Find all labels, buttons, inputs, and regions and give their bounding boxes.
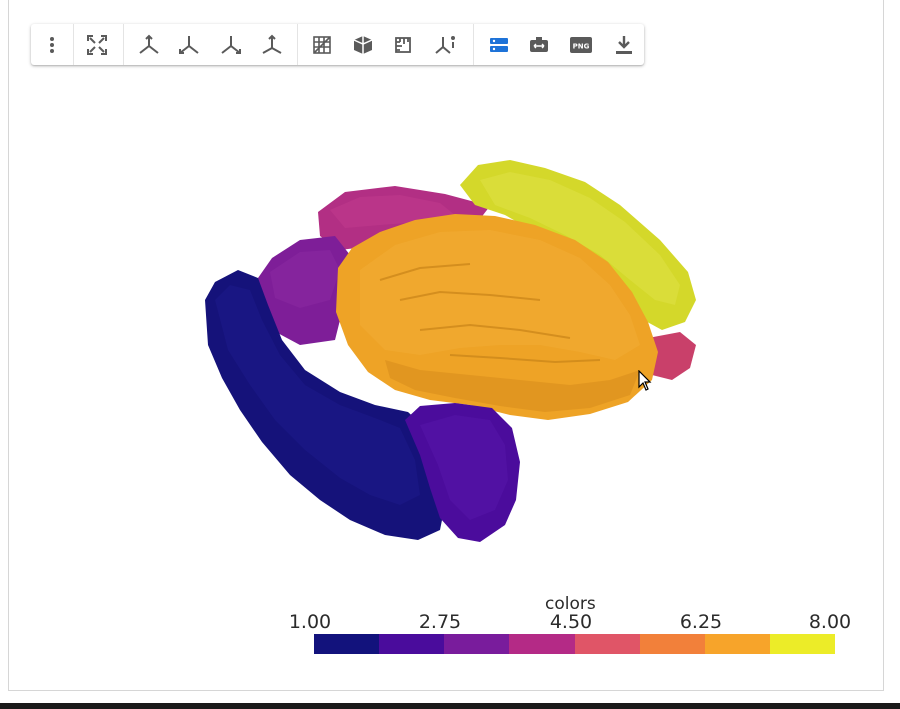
axis-view-up-icon <box>262 34 282 54</box>
ruler-icon <box>395 36 411 53</box>
grid-icon <box>313 35 331 54</box>
ruler-toggle-button[interactable] <box>387 28 421 61</box>
axis-info-button[interactable] <box>428 28 462 61</box>
view-left-button[interactable] <box>172 28 206 61</box>
bounds-toggle-button[interactable] <box>346 28 380 61</box>
axis-view-isometric-icon <box>139 34 159 54</box>
axis-view-right-icon <box>221 35 241 54</box>
menu-button[interactable] <box>35 28 69 61</box>
view-right-button[interactable] <box>214 28 248 61</box>
server-controls-button[interactable] <box>482 28 516 61</box>
axis-view-left-icon <box>179 35 199 54</box>
png-screenshot-button[interactable]: PNG <box>564 28 598 61</box>
camera-icon <box>530 36 548 52</box>
mouse-cursor-icon <box>638 370 652 391</box>
server-controls-icon <box>490 37 508 52</box>
brain-segmentation-3d-scene[interactable] <box>0 0 900 709</box>
fullscreen-icon <box>87 34 107 55</box>
png-screenshot-icon: PNG <box>570 36 592 53</box>
cube-box-icon <box>353 35 373 54</box>
menu-icon <box>50 36 54 53</box>
download-icon <box>616 35 632 54</box>
view-isometric-button[interactable] <box>132 28 166 61</box>
viewer-toolbar: PNG <box>31 24 644 65</box>
reset-camera-button[interactable] <box>522 28 556 61</box>
view-up-button[interactable] <box>255 28 289 61</box>
window-bottom-edge <box>0 703 900 709</box>
grid-toggle-button[interactable] <box>305 28 339 61</box>
download-button[interactable] <box>607 28 641 61</box>
svg-text:PNG: PNG <box>573 42 590 50</box>
fullscreen-button[interactable] <box>80 28 114 61</box>
axis-info-icon <box>435 35 455 54</box>
